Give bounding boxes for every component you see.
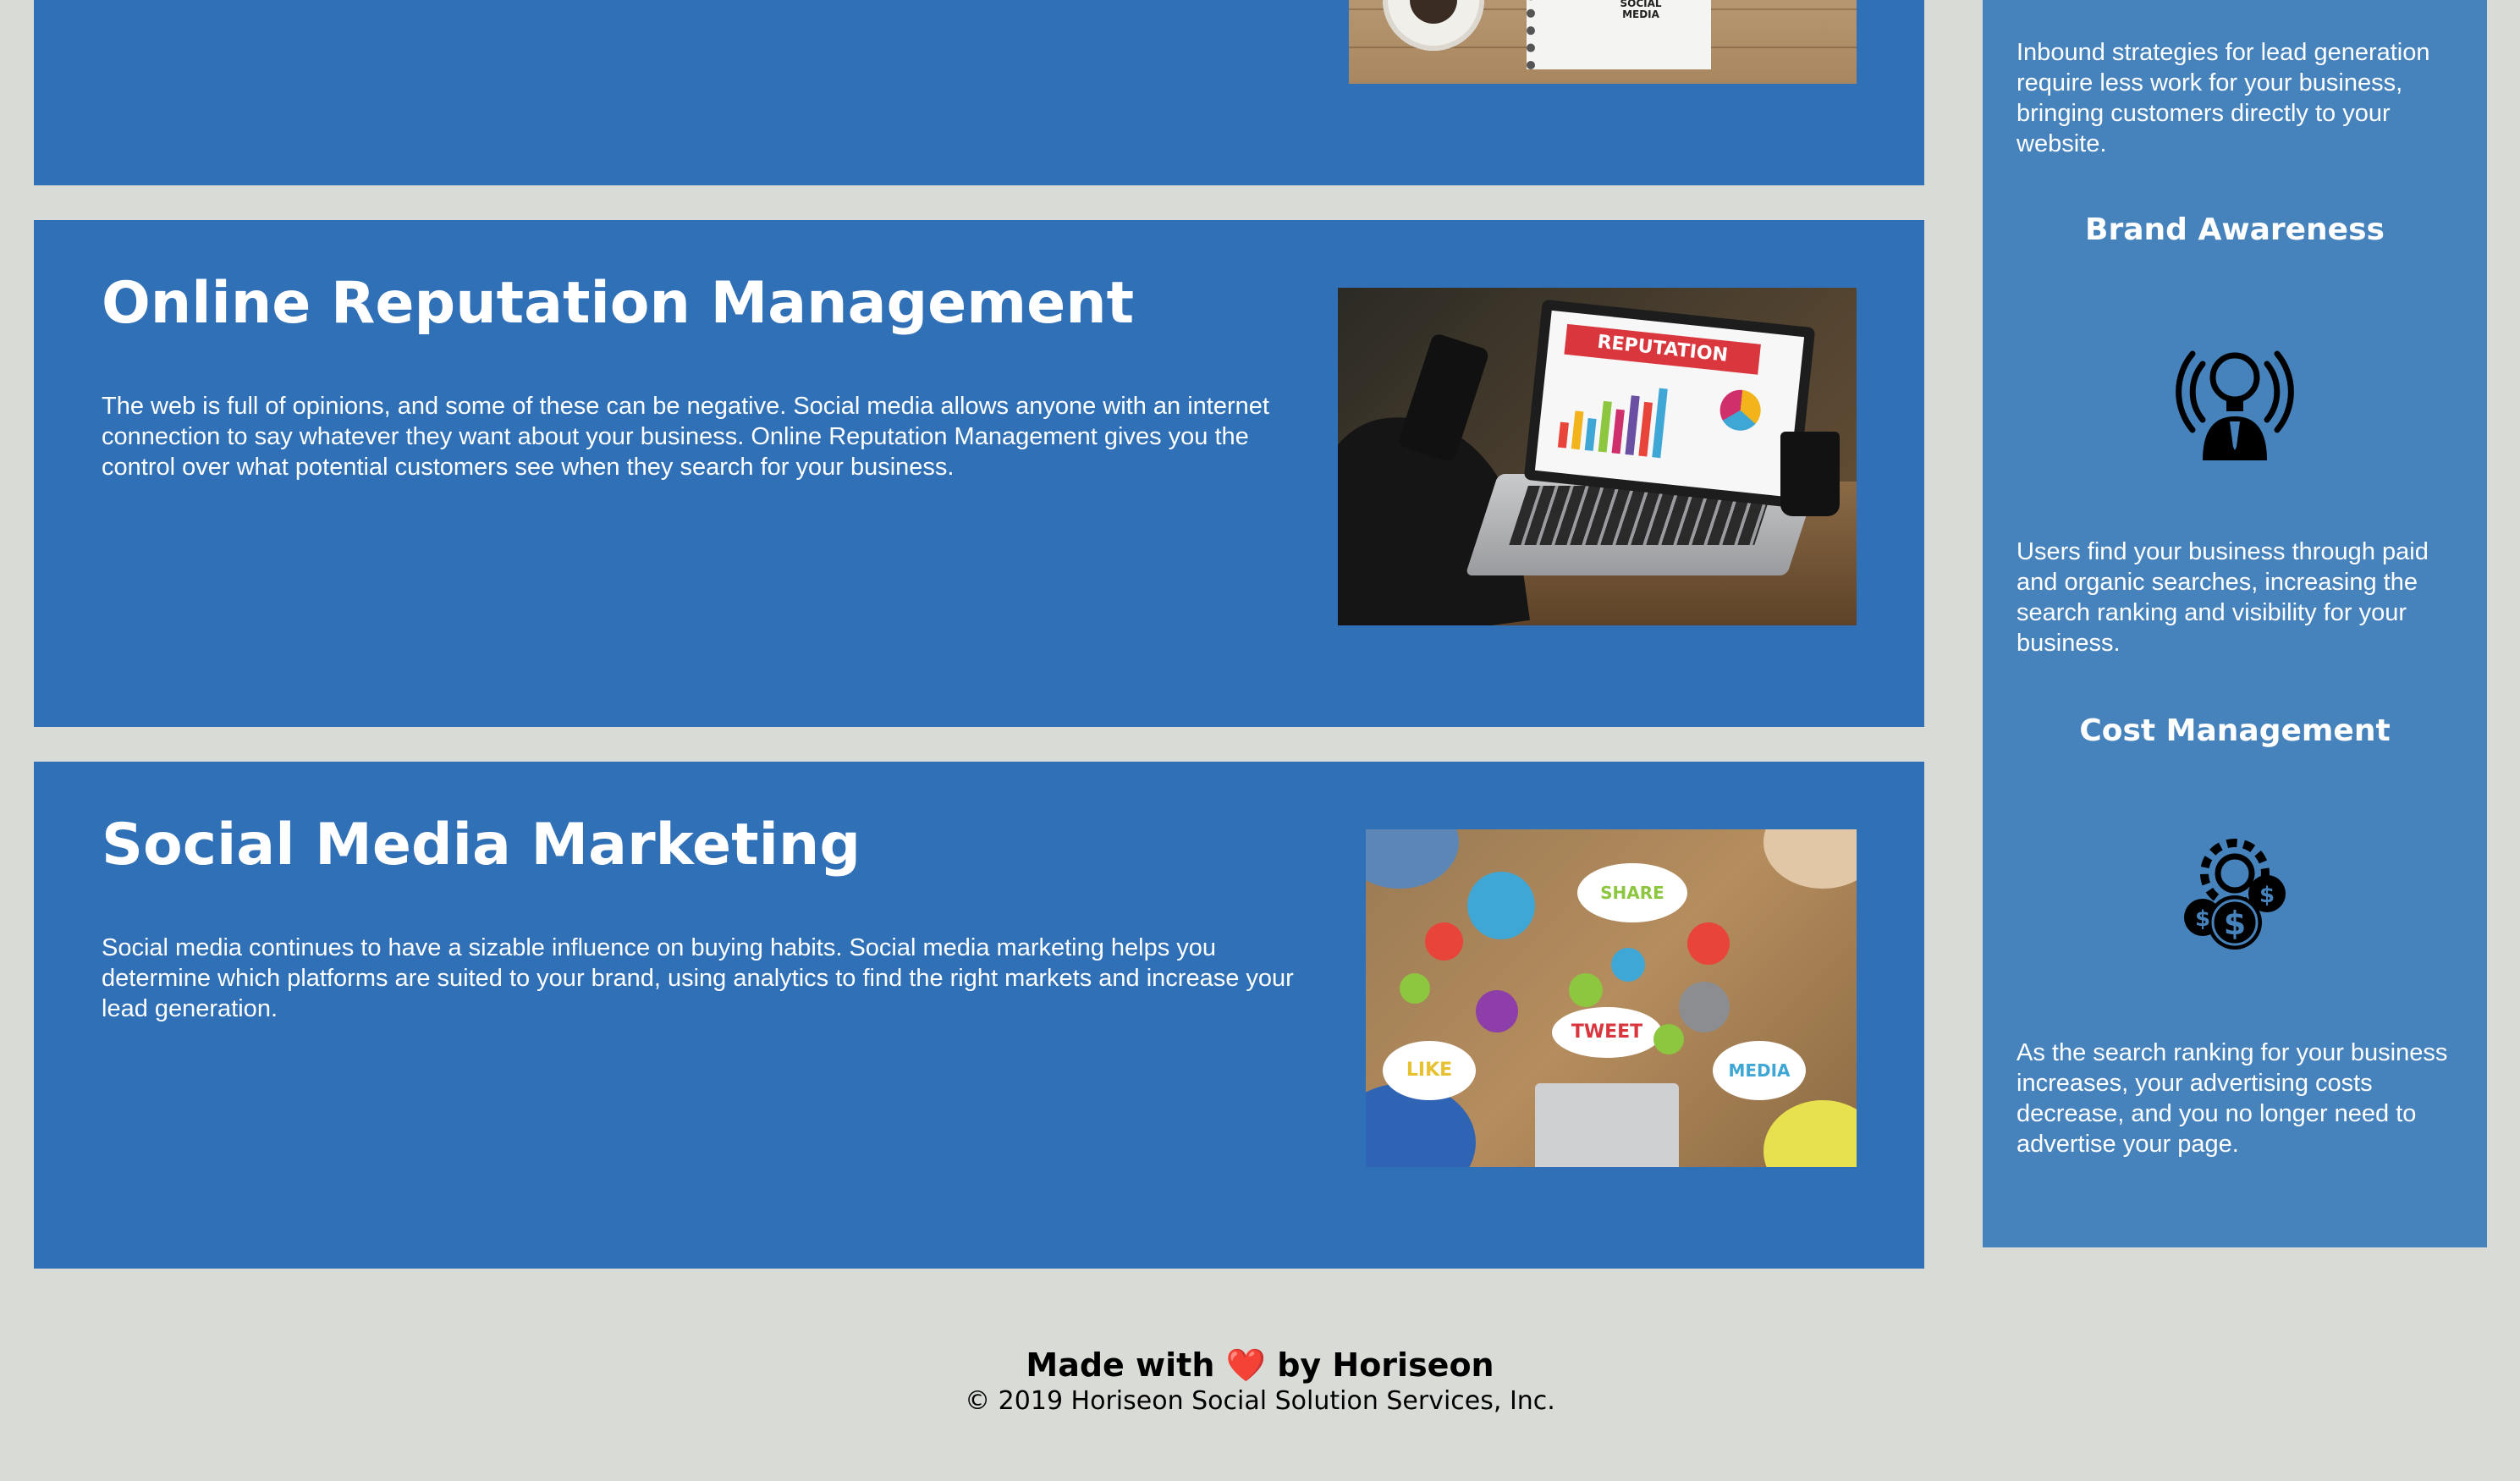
- laptop-screen: REPUTATION: [1523, 299, 1816, 509]
- copyright: © 2019 Horiseon Social Solution Services…: [965, 1386, 1555, 1416]
- svg-text:$: $: [2224, 905, 2246, 942]
- bulb-bubble-icon: [1425, 922, 1463, 961]
- made-with-line: Made with ❤️ by Horiseon: [0, 1346, 2520, 1385]
- brand-awareness-heading: Brand Awareness: [2085, 212, 2385, 247]
- like-bubble: LIKE: [1383, 1041, 1476, 1100]
- person-shape: [1763, 829, 1857, 889]
- svg-text:$: $: [2195, 906, 2210, 932]
- media-bubble: MEDIA: [1713, 1041, 1806, 1100]
- screen-pie-chart: [1718, 388, 1763, 433]
- phone: [1397, 332, 1490, 464]
- section-body: The web is full of opinions, and some of…: [102, 393, 1269, 481]
- cost-management-heading: Cost Management: [2079, 713, 2391, 748]
- chat-bubble-icon: [1476, 990, 1518, 1032]
- social-media-image: SHARE TWEET LIKE MEDIA: [1366, 829, 1857, 1167]
- heart-icon: ❤️: [1225, 1346, 1266, 1384]
- cloud-bubble-icon: [1467, 872, 1535, 939]
- section-social-media-marketing: Social Media Marketing Social media cont…: [34, 762, 1924, 1269]
- mug: [1780, 432, 1840, 516]
- svg-text:$: $: [2259, 883, 2275, 908]
- lightbulb-person-icon: [2176, 350, 2294, 460]
- made-suffix: by Horiseon: [1277, 1346, 1494, 1384]
- notebook-text: SOCIAL MEDIA: [1620, 0, 1662, 20]
- reputation-banner: REPUTATION: [1564, 323, 1761, 375]
- cost-management-text: As the search ranking for your business …: [2017, 1039, 2448, 1158]
- refresh-bubble-icon: [1653, 1024, 1684, 1054]
- reputation-image: REPUTATION: [1338, 288, 1857, 625]
- person-shape: [1763, 1100, 1857, 1167]
- gear-dollar-icon: $ $ $: [2184, 839, 2286, 950]
- wifi-bubble-icon: [1400, 973, 1430, 1004]
- person-shape: [1366, 829, 1459, 889]
- brand-awareness-text: Users find your business through paid an…: [2017, 538, 2429, 657]
- section-title: Online Reputation Management: [102, 270, 1135, 337]
- robot-bubble-icon: [1679, 982, 1730, 1032]
- section-lead-generation: SOCIAL MEDIA: [34, 0, 1924, 185]
- share-bubble: SHARE: [1577, 863, 1687, 922]
- camera-bubble-icon: [1611, 948, 1645, 982]
- screen-bar-chart: [1557, 372, 1701, 461]
- phone-bubble-icon: [1687, 922, 1730, 965]
- lead-generation-image: SOCIAL MEDIA: [1349, 0, 1857, 84]
- lead-generation-text: Inbound strategies for lead generation r…: [2017, 39, 2430, 157]
- star-bubble-icon: [1569, 973, 1603, 1007]
- page-footer: Made with ❤️ by Horiseon © 2019 Horiseon…: [0, 1346, 2520, 1418]
- laptop: [1535, 1083, 1679, 1167]
- section-title: Social Media Marketing: [102, 812, 861, 878]
- tweet-bubble: TWEET: [1552, 1007, 1662, 1058]
- benefits-sidebar: Inbound strategies for lead generation r…: [1983, 0, 2487, 1247]
- section-body: Social media continues to have a sizable…: [102, 934, 1294, 1022]
- section-online-reputation-management: Online Reputation Management The web is …: [34, 220, 1924, 727]
- made-prefix: Made with: [1026, 1346, 1215, 1384]
